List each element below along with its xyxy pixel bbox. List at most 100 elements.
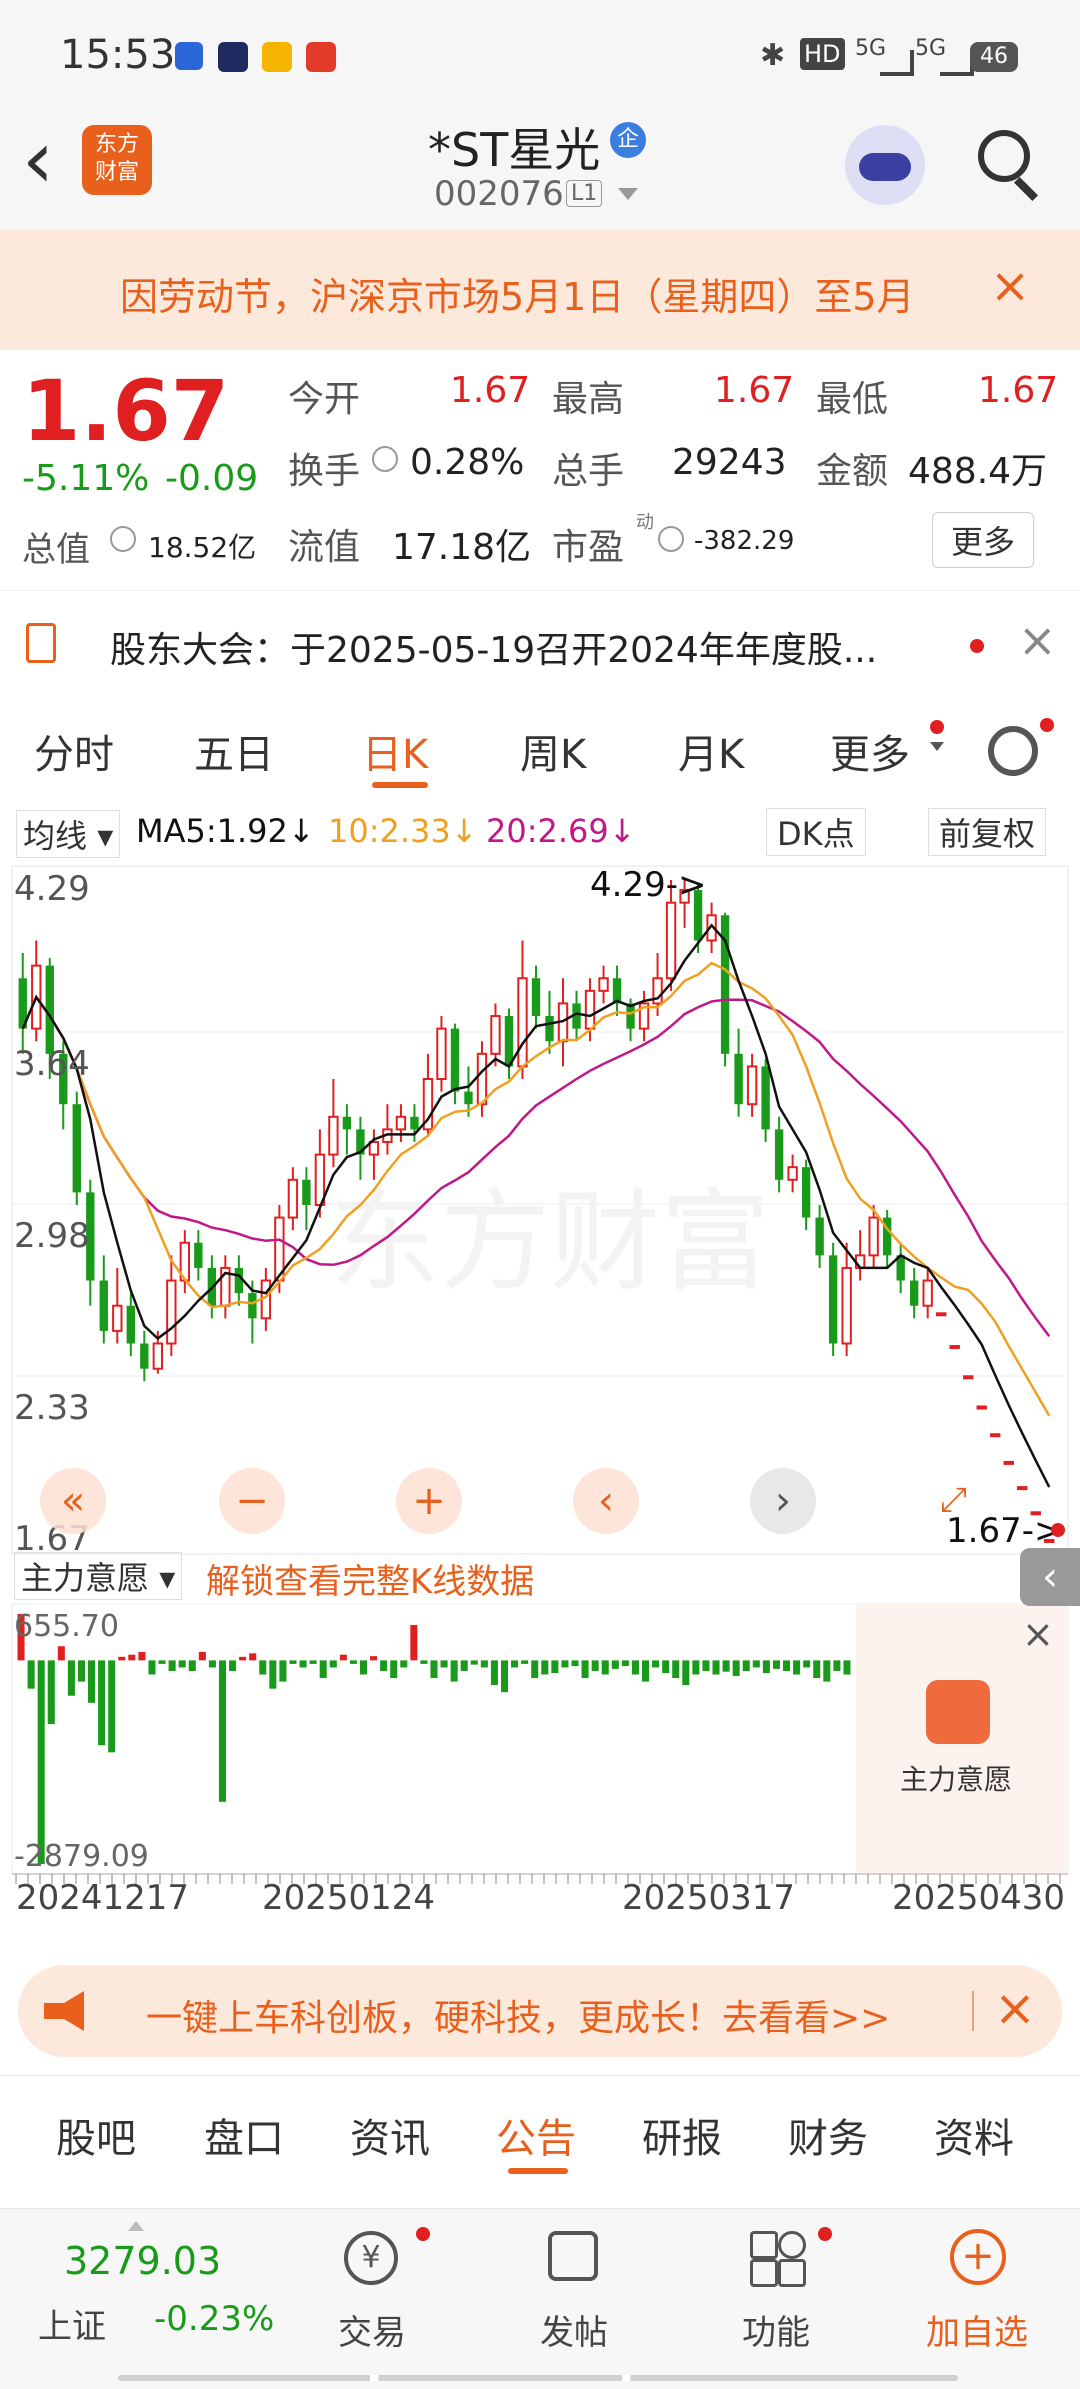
indicator-bar bbox=[239, 1656, 247, 1661]
unlock-kline-link[interactable]: 解锁查看完整K线数据 bbox=[206, 1554, 534, 1603]
zoom-in-button[interactable]: + bbox=[396, 1468, 462, 1534]
indicator-bar bbox=[450, 1660, 458, 1682]
tab-weekly-k[interactable]: 周K bbox=[520, 722, 586, 780]
kline-chart[interactable]: 东方财富 4.29 3.64 2.98 2.33 1.67 4.29-> 1.6… bbox=[0, 860, 1080, 1990]
indicator-bar bbox=[440, 1660, 448, 1668]
indicator-bar bbox=[57, 1646, 65, 1661]
indicator-bar bbox=[470, 1660, 478, 1665]
trade-icon[interactable]: ¥ bbox=[344, 2231, 398, 2285]
post-label[interactable]: 发帖 bbox=[540, 2305, 608, 2354]
kline-chart-area: 均线 ▾ MA5:1.92↓ 10:2.33↓ 20:2.69↓ DK点 前复权… bbox=[0, 800, 1080, 1950]
announcement-bar[interactable]: 股东大会：于2025-05-19召开2024年年度股... × bbox=[0, 590, 1080, 702]
indicator-bar bbox=[188, 1660, 196, 1671]
home-indicator bbox=[118, 2375, 958, 2381]
adjust-button[interactable]: 前复权 bbox=[928, 808, 1047, 856]
candle bbox=[761, 1066, 770, 1130]
pe-value: -382.29 bbox=[694, 526, 795, 556]
content-tabs: 股吧 盘口 资讯 公告 研报 财务 资料 bbox=[0, 2075, 1080, 2186]
function-label[interactable]: 功能 bbox=[742, 2305, 810, 2354]
indicator-bar bbox=[581, 1660, 589, 1679]
gear-icon[interactable] bbox=[988, 726, 1038, 776]
ma-select[interactable]: 均线 ▾ bbox=[16, 810, 121, 858]
bottom-toolbar: 3279.03 上证 -0.23% ¥ 交易 发帖 功能 + 加自选 bbox=[0, 2208, 1080, 2389]
indicator-bar bbox=[772, 1660, 780, 1669]
candle bbox=[194, 1242, 203, 1268]
tab-profile[interactable]: 资料 bbox=[934, 2106, 1014, 2164]
indicator-bar bbox=[67, 1660, 75, 1696]
indicator-bar bbox=[289, 1660, 297, 1664]
main-intention-icon[interactable] bbox=[926, 1680, 990, 1744]
tab-finance[interactable]: 财务 bbox=[788, 2106, 868, 2164]
tab-news[interactable]: 资讯 bbox=[350, 2106, 430, 2164]
add-watchlist-icon[interactable]: + bbox=[950, 2229, 1006, 2285]
main-intention-label: 主力意愿 bbox=[900, 1763, 1013, 1796]
indicator-bar bbox=[178, 1660, 186, 1668]
search-icon[interactable] bbox=[978, 130, 1030, 182]
change-value: -0.09 bbox=[165, 458, 259, 499]
tab-forum[interactable]: 股吧 bbox=[56, 2106, 136, 2164]
info-icon[interactable] bbox=[110, 526, 136, 552]
tab-monthly-k[interactable]: 月K bbox=[678, 722, 744, 780]
signal-bars-icon bbox=[880, 50, 914, 76]
ma5-text: MA5:1.92 bbox=[136, 812, 288, 850]
close-icon[interactable]: × bbox=[1018, 613, 1057, 667]
indicator-bar bbox=[621, 1660, 629, 1667]
candle bbox=[112, 1304, 123, 1332]
candle bbox=[248, 1293, 257, 1319]
stock-header: ‹ 东方 财富 *ST星光 企 002076 L1 bbox=[0, 110, 1080, 230]
status-time: 15:53 bbox=[60, 32, 176, 78]
indicator-bar bbox=[833, 1660, 841, 1671]
close-icon[interactable]: × bbox=[994, 1979, 1036, 2037]
indicator-bar bbox=[98, 1660, 106, 1746]
chevron-down-icon[interactable] bbox=[618, 188, 638, 200]
info-icon[interactable] bbox=[658, 526, 684, 552]
tab-five-day[interactable]: 五日 bbox=[194, 722, 274, 780]
shift-left-fast-button[interactable]: « bbox=[40, 1468, 106, 1534]
candle bbox=[72, 1104, 81, 1193]
tab-more[interactable]: 更多 bbox=[830, 722, 910, 780]
indicator-bar bbox=[662, 1660, 670, 1674]
back-icon[interactable]: ‹ bbox=[22, 120, 54, 200]
dk-point-button[interactable]: DK点 bbox=[766, 808, 866, 856]
indicator-select[interactable]: 主力意愿 ▾ bbox=[14, 1552, 183, 1600]
function-grid-icon[interactable] bbox=[750, 2231, 806, 2287]
promo-banner[interactable]: 一键上车科创板，硬科技，更成长！去看看>> × bbox=[18, 1965, 1062, 2057]
candle bbox=[436, 1027, 447, 1081]
shift-left-button[interactable]: ‹ bbox=[573, 1468, 639, 1534]
indicator-bar bbox=[430, 1660, 438, 1679]
indicator-bar bbox=[359, 1660, 368, 1675]
sub-y-top-label: 655.70 bbox=[14, 1609, 119, 1644]
holiday-notice[interactable]: 因劳动节，沪深京市场5月1日（星期四）至5月 × bbox=[0, 230, 1080, 350]
index-value[interactable]: 3279.03 bbox=[64, 2239, 221, 2283]
indicator-bar bbox=[511, 1660, 519, 1668]
more-button[interactable]: 更多 bbox=[932, 512, 1035, 568]
info-icon[interactable] bbox=[372, 446, 398, 472]
tab-announcements[interactable]: 公告 bbox=[496, 2106, 576, 2164]
trade-label[interactable]: 交易 bbox=[338, 2305, 406, 2354]
indicator-bar bbox=[752, 1660, 760, 1668]
tab-research[interactable]: 研报 bbox=[642, 2106, 722, 2164]
indicator-bar bbox=[480, 1660, 488, 1668]
close-icon[interactable]: × bbox=[1022, 1612, 1054, 1656]
status-bar: 15:53 ✱ HD 5G 5G 46 bbox=[0, 0, 1080, 110]
indicator-bar bbox=[460, 1660, 468, 1671]
robot-assistant-icon[interactable] bbox=[845, 125, 925, 205]
signal-bars-icon bbox=[940, 50, 974, 76]
indicator-bar bbox=[349, 1660, 357, 1664]
post-icon[interactable] bbox=[548, 2231, 598, 2281]
close-icon[interactable]: × bbox=[990, 258, 1030, 314]
stock-name[interactable]: *ST星光 bbox=[428, 114, 600, 180]
shift-right-button[interactable]: › bbox=[750, 1468, 816, 1534]
zoom-out-button[interactable]: − bbox=[219, 1468, 285, 1534]
add-watchlist-label[interactable]: 加自选 bbox=[926, 2305, 1028, 2354]
fullscreen-icon[interactable]: ⤢ bbox=[940, 1480, 967, 1520]
tab-intraday[interactable]: 分时 bbox=[34, 722, 114, 780]
indicator-bar bbox=[88, 1660, 96, 1703]
tab-orderbook[interactable]: 盘口 bbox=[204, 2106, 284, 2164]
tab-daily-k[interactable]: 日K bbox=[362, 722, 428, 780]
promo-text: 一键上车科创板，硬科技，更成长！去看看>> bbox=[146, 1998, 891, 2039]
y-tick-label: 4.29 bbox=[14, 869, 90, 909]
indicator-bar bbox=[47, 1660, 55, 1725]
float-cap-value: 17.18亿 bbox=[392, 527, 532, 568]
collapse-panel-button[interactable]: ‹ bbox=[1020, 1548, 1080, 1606]
